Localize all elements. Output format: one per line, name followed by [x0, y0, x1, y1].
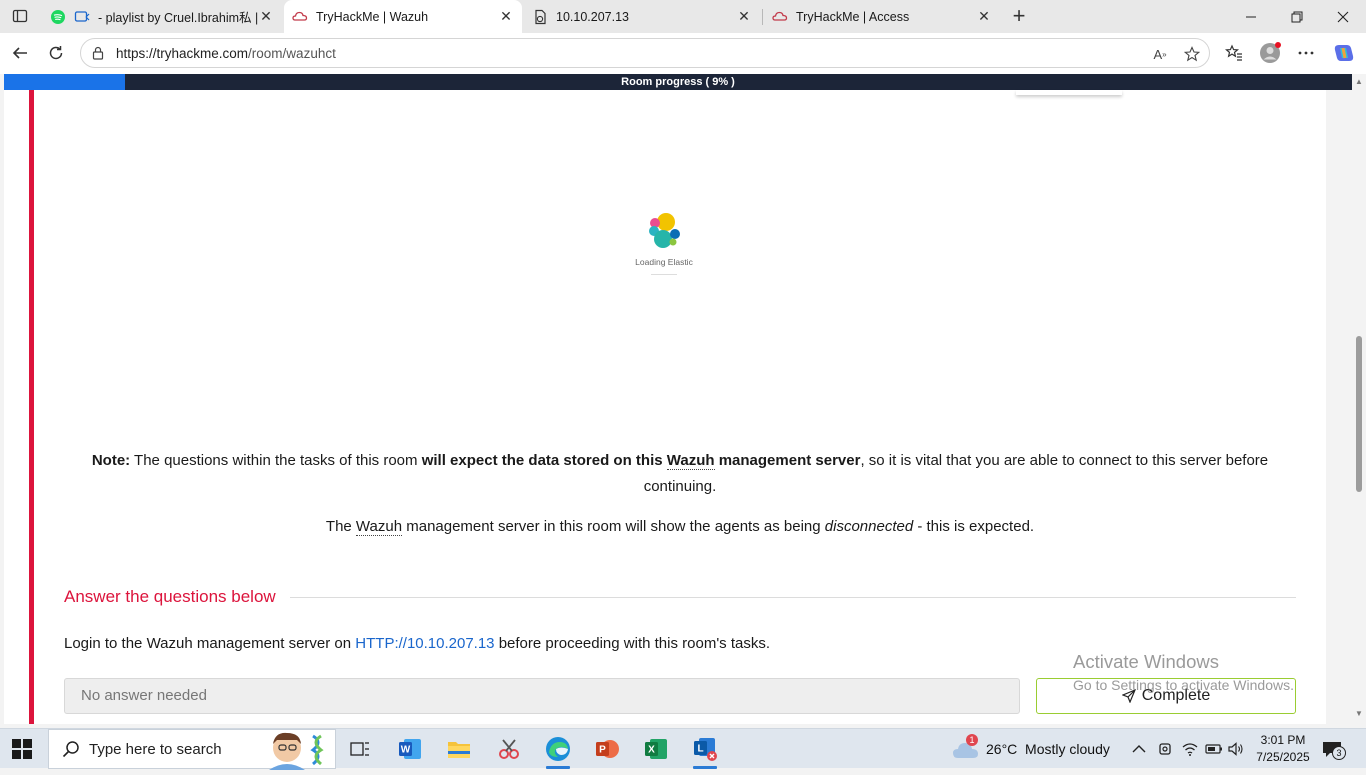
- close-icon[interactable]: ✕: [498, 8, 514, 25]
- read-aloud-icon[interactable]: A»: [1151, 45, 1169, 63]
- battery-icon[interactable]: [1205, 729, 1223, 769]
- lync-app-icon[interactable]: L: [689, 733, 721, 769]
- heading-divider: [290, 597, 1296, 598]
- browser-toolbar: https://tryhackme.com/room/wazuhct A»: [0, 33, 1366, 74]
- send-icon: [1121, 689, 1136, 703]
- spotify-icon: [50, 9, 66, 25]
- tab-title: TryHackMe | Wazuh: [316, 9, 429, 24]
- profile-avatar[interactable]: [1256, 39, 1284, 67]
- tab-title: - playlist by Cruel.Ibrahim私 |: [98, 11, 258, 25]
- tryhackme-icon: [292, 9, 308, 25]
- close-icon[interactable]: ✕: [736, 8, 752, 25]
- windows-start-icon[interactable]: [12, 739, 32, 759]
- page-icon: [532, 9, 548, 25]
- page-viewport: Room progress ( 9% ) Loading Elastic Not…: [0, 74, 1366, 724]
- loading-bar: [651, 274, 677, 275]
- elastic-logo-icon: [649, 213, 680, 248]
- edge-app-icon[interactable]: [542, 733, 574, 769]
- room-progress-label: Room progress ( 9% ): [621, 76, 735, 88]
- svg-text:P: P: [599, 745, 606, 756]
- wifi-icon[interactable]: [1182, 729, 1198, 769]
- file-explorer-icon[interactable]: [443, 733, 475, 765]
- new-tab-button[interactable]: +: [1007, 3, 1031, 28]
- clock-date: 7/25/2025: [1256, 750, 1310, 764]
- question-text: Login to the Wazuh management server on …: [64, 635, 771, 652]
- answer-field[interactable]: No answer needed: [64, 678, 1020, 714]
- site-info-icon[interactable]: [90, 45, 106, 61]
- url-text[interactable]: https://tryhackme.com/room/wazuhct: [116, 46, 336, 61]
- copilot-icon[interactable]: [1330, 39, 1358, 67]
- svg-text:W: W: [401, 745, 411, 756]
- search-placeholder: Type here to search: [89, 740, 222, 758]
- tab-wazuh[interactable]: TryHackMe | Wazuh ✕: [284, 0, 522, 33]
- tab-ip[interactable]: 10.10.207.13 ✕: [524, 0, 760, 33]
- volume-icon[interactable]: [1228, 729, 1244, 769]
- taskbar-search-box[interactable]: Type here to search: [48, 729, 336, 770]
- favorite-star-icon[interactable]: [1183, 45, 1201, 63]
- snipping-tool-icon[interactable]: [493, 733, 525, 765]
- page-scrollbar[interactable]: ▲ ▼: [1352, 74, 1366, 724]
- task-card: Loading Elastic Note: The questions with…: [4, 90, 1326, 724]
- refresh-button[interactable]: [42, 39, 70, 67]
- svg-text:X: X: [648, 745, 655, 756]
- address-bar[interactable]: https://tryhackme.com/room/wazuhct A»: [80, 38, 1210, 68]
- weather-text: 26°C Mostly cloudy: [986, 741, 1110, 757]
- system-clock[interactable]: 3:01 PM 7/25/2025: [1248, 732, 1318, 766]
- note-paragraph: Note: The questions within the tasks of …: [91, 452, 1269, 495]
- task-view-icon[interactable]: [344, 733, 376, 765]
- minimize-button[interactable]: [1228, 0, 1274, 33]
- notification-count: 3: [1332, 746, 1346, 760]
- scroll-down-arrow[interactable]: ▼: [1355, 710, 1363, 718]
- notification-center-icon[interactable]: 3: [1322, 729, 1346, 769]
- weather-widget[interactable]: 1 26°C Mostly cloudy: [952, 729, 1110, 769]
- powerpoint-app-icon[interactable]: P: [591, 733, 623, 765]
- cloud-icon: 1: [952, 734, 980, 760]
- complete-label: Complete: [1141, 687, 1211, 704]
- room-progress-bar: Room progress ( 9% ): [4, 74, 1352, 90]
- dropdown-edge: [1016, 90, 1122, 95]
- loading-elastic-indicator: Loading Elastic: [624, 210, 704, 275]
- svg-text:L: L: [697, 744, 703, 755]
- share-audio-icon: [74, 9, 90, 25]
- close-icon[interactable]: ✕: [976, 8, 992, 25]
- excel-app-icon[interactable]: X: [640, 733, 672, 765]
- tryhackme-icon: [772, 9, 788, 25]
- meet-now-icon[interactable]: [1158, 729, 1172, 769]
- clock-time: 3:01 PM: [1260, 733, 1306, 747]
- weather-alert-badge: 1: [966, 734, 978, 746]
- restore-button[interactable]: [1274, 0, 1320, 33]
- windows-taskbar: Type here to search W P X L 1 26°C Mostl…: [0, 728, 1366, 770]
- tab-access[interactable]: TryHackMe | Access ✕: [764, 0, 1000, 33]
- tab-title: TryHackMe | Access: [796, 9, 910, 24]
- back-button[interactable]: [6, 39, 34, 67]
- tab-title: 10.10.207.13: [556, 9, 629, 24]
- close-window-button[interactable]: [1320, 0, 1366, 33]
- disconnected-note: The Wazuh management server in this room…: [325, 518, 1035, 536]
- tab-actions-icon[interactable]: [6, 4, 34, 28]
- search-icon: [61, 739, 81, 759]
- more-menu-icon[interactable]: [1292, 39, 1320, 67]
- task-accent-bar: [29, 90, 34, 724]
- tab-divider: [762, 9, 763, 25]
- scroll-thumb[interactable]: [1356, 336, 1362, 492]
- answer-questions-heading: Answer the questions below: [64, 587, 276, 606]
- loading-label: Loading Elastic: [635, 257, 693, 267]
- show-hidden-icons[interactable]: [1132, 729, 1146, 769]
- wazuh-server-link[interactable]: HTTP://10.10.207.13: [355, 635, 494, 652]
- tab-strip: - playlist by Cruel.Ibrahim私 | ✕ TryHack…: [0, 0, 1366, 33]
- tab-spotify[interactable]: - playlist by Cruel.Ibrahim私 | ✕: [42, 0, 282, 33]
- close-icon[interactable]: ✕: [258, 8, 274, 25]
- search-highlight-scientist-icon: [259, 730, 335, 775]
- favorites-icon[interactable]: [1220, 39, 1248, 67]
- complete-button[interactable]: Complete: [1036, 678, 1296, 714]
- word-app-icon[interactable]: W: [394, 733, 426, 765]
- scroll-up-arrow[interactable]: ▲: [1355, 78, 1363, 86]
